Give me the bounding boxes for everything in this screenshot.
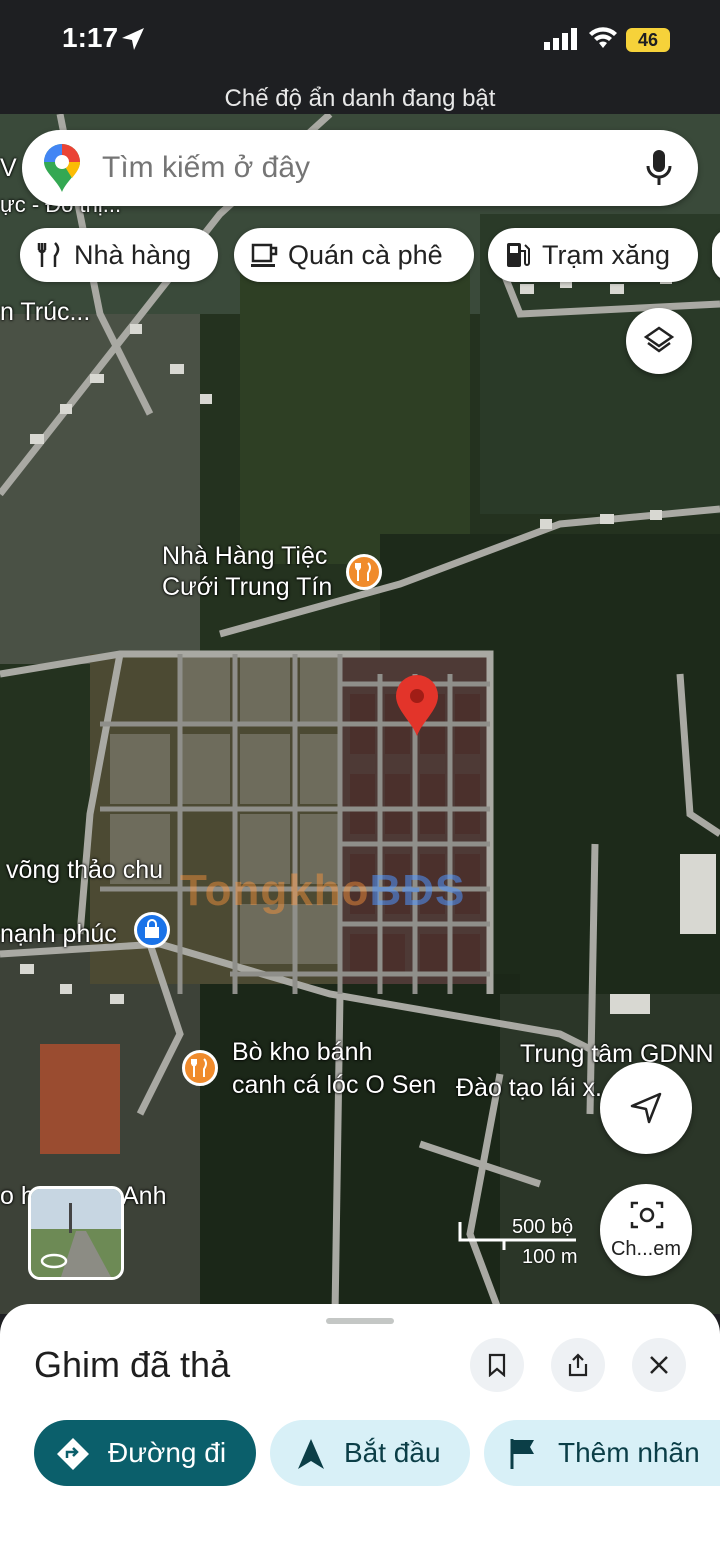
- camera-search-button[interactable]: Ch...em: [600, 1184, 692, 1276]
- status-bar: 1:17 46: [0, 0, 720, 84]
- map-label-truc: n Trúc...: [0, 298, 91, 326]
- camera-lens-icon: [630, 1201, 664, 1229]
- fork-knife-icon: [355, 562, 371, 581]
- poi-label-line2: canh cá lóc O Sen: [232, 1071, 437, 1099]
- share-button[interactable]: [551, 1338, 605, 1392]
- poi-label-line1: Bò kho bánh: [232, 1038, 373, 1066]
- save-button[interactable]: [470, 1338, 524, 1392]
- search-input[interactable]: [102, 130, 622, 206]
- my-location-button[interactable]: [600, 1062, 692, 1154]
- google-maps-pin-icon: [44, 144, 80, 192]
- chip-label: Trạm xăng: [542, 240, 671, 270]
- watermark-part-1: Tongkho: [180, 866, 370, 915]
- directions-label: Đường đi: [108, 1437, 227, 1468]
- chip-label: Quán cà phê: [288, 240, 443, 270]
- cellular-signal-icon: [544, 28, 577, 50]
- poi-label-trung-tin[interactable]: Nhà Hàng Tiệc Cưới Trung Tín: [162, 542, 332, 602]
- flag-icon: [510, 1439, 534, 1469]
- gas-station-icon: [507, 243, 530, 267]
- share-icon: [568, 1353, 588, 1377]
- scale-metric: 100 m: [522, 1246, 578, 1268]
- shopping-poi-icon[interactable]: [134, 912, 170, 948]
- poi-label-bo-kho[interactable]: Bò kho bánh canh cá lóc O Sen: [232, 1038, 436, 1100]
- restaurant-poi-icon[interactable]: [346, 554, 382, 590]
- layers-icon: [643, 326, 675, 353]
- map-label-anh: Anh: [122, 1182, 167, 1210]
- start-button[interactable]: Bắt đầu: [270, 1420, 470, 1486]
- status-time: 1:17: [62, 22, 119, 53]
- chip-cafes[interactable]: Quán cà phê: [234, 228, 474, 282]
- directions-button[interactable]: Đường đi: [34, 1420, 256, 1486]
- chip-more[interactable]: [712, 228, 720, 282]
- poi-label-line1: Trung tâm GDNN: [520, 1040, 714, 1068]
- sheet-title: Ghim đã thả: [34, 1344, 231, 1385]
- location-arrow-icon: [122, 28, 144, 50]
- poi-label-line2: Cưới Trung Tín: [162, 573, 333, 601]
- battery-level: 46: [637, 30, 659, 50]
- close-button[interactable]: [632, 1338, 686, 1392]
- close-icon: [650, 1356, 668, 1374]
- incognito-banner: Chế độ ẩn danh đang bật: [0, 84, 720, 114]
- start-label: Bắt đầu: [344, 1437, 441, 1468]
- watermark: TongkhoBĐS: [180, 866, 465, 916]
- poi-label-trung-tam[interactable]: Trung tâm GDNN: [520, 1040, 714, 1069]
- search-bar[interactable]: [22, 130, 698, 206]
- chip-restaurants[interactable]: Nhà hàng: [20, 228, 218, 282]
- chip-label: Nhà hàng: [74, 240, 192, 270]
- poi-label-line1: Nhà Hàng Tiệc: [162, 542, 328, 570]
- coffee-icon: [251, 243, 278, 267]
- map-scale: 500 bộ 100 m: [458, 1216, 588, 1268]
- chip-gas-stations[interactable]: Trạm xăng: [488, 228, 698, 282]
- restaurant-icon: [37, 242, 60, 267]
- layers-button[interactable]: [626, 308, 692, 374]
- wifi-icon: [589, 27, 617, 48]
- navigation-arrow-icon: [630, 1092, 662, 1124]
- map-label-top-left: V: [0, 154, 17, 182]
- street-view-thumbnail[interactable]: [28, 1186, 124, 1280]
- place-bottom-sheet: Ghim đã thả Đường đi Bắt đầu Thêm nhãn: [0, 1304, 720, 1557]
- bookmark-icon: [488, 1353, 506, 1377]
- watermark-part-2: BĐS: [369, 866, 466, 915]
- fork-knife-icon: [191, 1058, 207, 1077]
- rotate-360-icon: [40, 1253, 68, 1269]
- battery-indicator: 46: [626, 28, 670, 52]
- microphone-icon[interactable]: [646, 150, 672, 186]
- lock-bag-icon: [145, 919, 159, 938]
- add-label-label: Thêm nhãn: [558, 1437, 700, 1468]
- category-chips: Nhà hàng Quán cà phê Trạm xăng: [20, 228, 720, 284]
- drag-handle[interactable]: [326, 1318, 394, 1324]
- navigation-start-icon: [298, 1439, 324, 1469]
- restaurant-poi-icon[interactable]: [182, 1050, 218, 1086]
- map-label-vong-thao: võng thảo chu: [6, 856, 164, 884]
- map-label-hanh-phuc: nạnh phúc: [0, 920, 117, 948]
- add-label-button[interactable]: Thêm nhãn: [484, 1420, 720, 1486]
- camera-search-label: Ch...em: [610, 1238, 682, 1260]
- directions-icon: [57, 1438, 89, 1470]
